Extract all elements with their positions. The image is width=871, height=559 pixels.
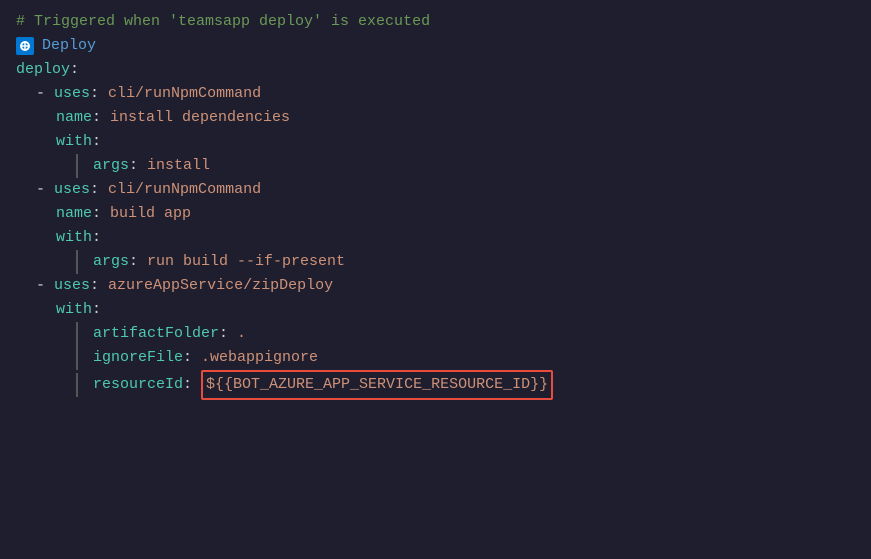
pipe-marker xyxy=(76,322,79,346)
deploy-key-line: deploy: xyxy=(16,58,855,82)
pipe-marker xyxy=(76,346,79,370)
name1-line: name: install dependencies xyxy=(16,106,855,130)
artifact-line: artifactFolder: . xyxy=(16,322,855,346)
with1-line: with: xyxy=(16,130,855,154)
args2-line: args: run build --if-present xyxy=(16,250,855,274)
deploy-key: deploy xyxy=(16,58,70,82)
pipe-marker xyxy=(76,250,79,274)
uses1-line: - uses: cli/runNpmCommand xyxy=(16,82,855,106)
with2-line: with: xyxy=(16,226,855,250)
ignore-line: ignoreFile: .webappignore xyxy=(16,346,855,370)
code-editor: # Triggered when 'teamsapp deploy' is ex… xyxy=(0,0,871,559)
pipe-marker xyxy=(76,154,79,178)
args1-line: args: install xyxy=(16,154,855,178)
comment-line: # Triggered when 'teamsapp deploy' is ex… xyxy=(16,10,855,34)
deploy-badge-line: Deploy xyxy=(16,34,855,58)
resource-line: resourceId: ${{BOT_AZURE_APP_SERVICE_RES… xyxy=(16,370,855,400)
comment-text: # Triggered when 'teamsapp deploy' is ex… xyxy=(16,10,430,34)
resource-id-highlight: ${{BOT_AZURE_APP_SERVICE_RESOURCE_ID}} xyxy=(201,370,553,400)
deploy-label-text: Deploy xyxy=(42,34,96,58)
pipe-marker xyxy=(76,373,79,397)
uses2-line: - uses: cli/runNpmCommand xyxy=(16,178,855,202)
uses3-line: - uses: azureAppService/zipDeploy xyxy=(16,274,855,298)
deploy-icon xyxy=(16,37,34,55)
with3-line: with: xyxy=(16,298,855,322)
deploy-badge: Deploy xyxy=(16,34,96,58)
name2-line: name: build app xyxy=(16,202,855,226)
